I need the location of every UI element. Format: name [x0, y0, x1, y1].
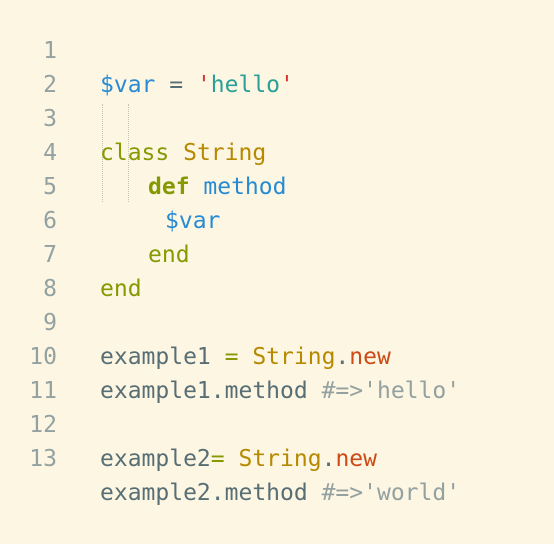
code-text: $var — [165, 204, 220, 238]
code-line-6: 6 end — [0, 170, 189, 268]
code-line-13: 13 example2.method #=>'world' — [0, 408, 460, 506]
class-name: String — [252, 344, 336, 370]
code-text: class String — [100, 136, 266, 170]
identifier: example2 — [100, 446, 211, 472]
identifier: example1 — [100, 378, 211, 404]
code-text: example1.method #=>'hello' — [100, 374, 460, 408]
code-text: end — [148, 238, 190, 272]
assign-operator: = — [155, 72, 197, 98]
method-call: method — [224, 378, 308, 404]
identifier: example2 — [100, 480, 211, 506]
code-line-7: 7 end — [0, 204, 141, 302]
code-line-5: 5 $var — [0, 136, 220, 234]
method-call: method — [224, 480, 308, 506]
code-text: example2= String.new — [100, 442, 377, 476]
comment: #=>'world' — [307, 480, 461, 506]
code-line-2: 2 — [0, 34, 57, 98]
code-text: $var = 'hello' — [100, 68, 294, 102]
code-text: def method — [148, 170, 286, 204]
code-line-10: 10 example1.method #=>'hello' — [0, 306, 460, 404]
comment: #=>'hello' — [307, 378, 461, 404]
class-name: String — [238, 446, 322, 472]
global-variable: $var — [100, 72, 156, 98]
new-method: new — [335, 446, 377, 472]
code-line-9: 9 example1 = String.new — [0, 272, 391, 370]
code-text: example2.method #=>'world' — [100, 476, 460, 510]
new-method: new — [349, 344, 391, 370]
string-quote: ' — [280, 72, 294, 98]
keyword-end: end — [100, 276, 142, 302]
keyword-end: end — [148, 242, 190, 268]
code-editor[interactable]: 1 $var = 'hello' 2 3 class String 4 def … — [0, 0, 554, 506]
method-name: method — [189, 174, 287, 200]
dot-operator: . — [335, 344, 350, 370]
string-literal: hello — [210, 72, 281, 98]
keyword-def: def — [148, 174, 190, 200]
code-line-8: 8 — [0, 238, 57, 302]
keyword-class: class — [100, 140, 170, 166]
assign-operator: = — [210, 344, 253, 370]
class-name: String — [169, 140, 267, 166]
code-line-12: 12 example2= String.new — [0, 374, 377, 472]
code-line-1: 1 $var = 'hello' — [0, 0, 294, 98]
dot-operator: . — [210, 378, 225, 404]
assign-operator: = — [210, 446, 239, 472]
dot-operator: . — [210, 480, 225, 506]
dot-operator: . — [321, 446, 336, 472]
code-line-4: 4 def method — [0, 102, 286, 200]
identifier: example1 — [100, 344, 211, 370]
line-number: 13 — [29, 446, 57, 472]
code-text: example1 = String.new — [100, 340, 391, 374]
code-line-11: 11 — [0, 340, 57, 404]
code-line-3: 3 class String — [0, 68, 266, 166]
code-text: end — [100, 272, 142, 306]
string-quote: ' — [196, 72, 211, 98]
global-variable: $var — [165, 208, 221, 234]
